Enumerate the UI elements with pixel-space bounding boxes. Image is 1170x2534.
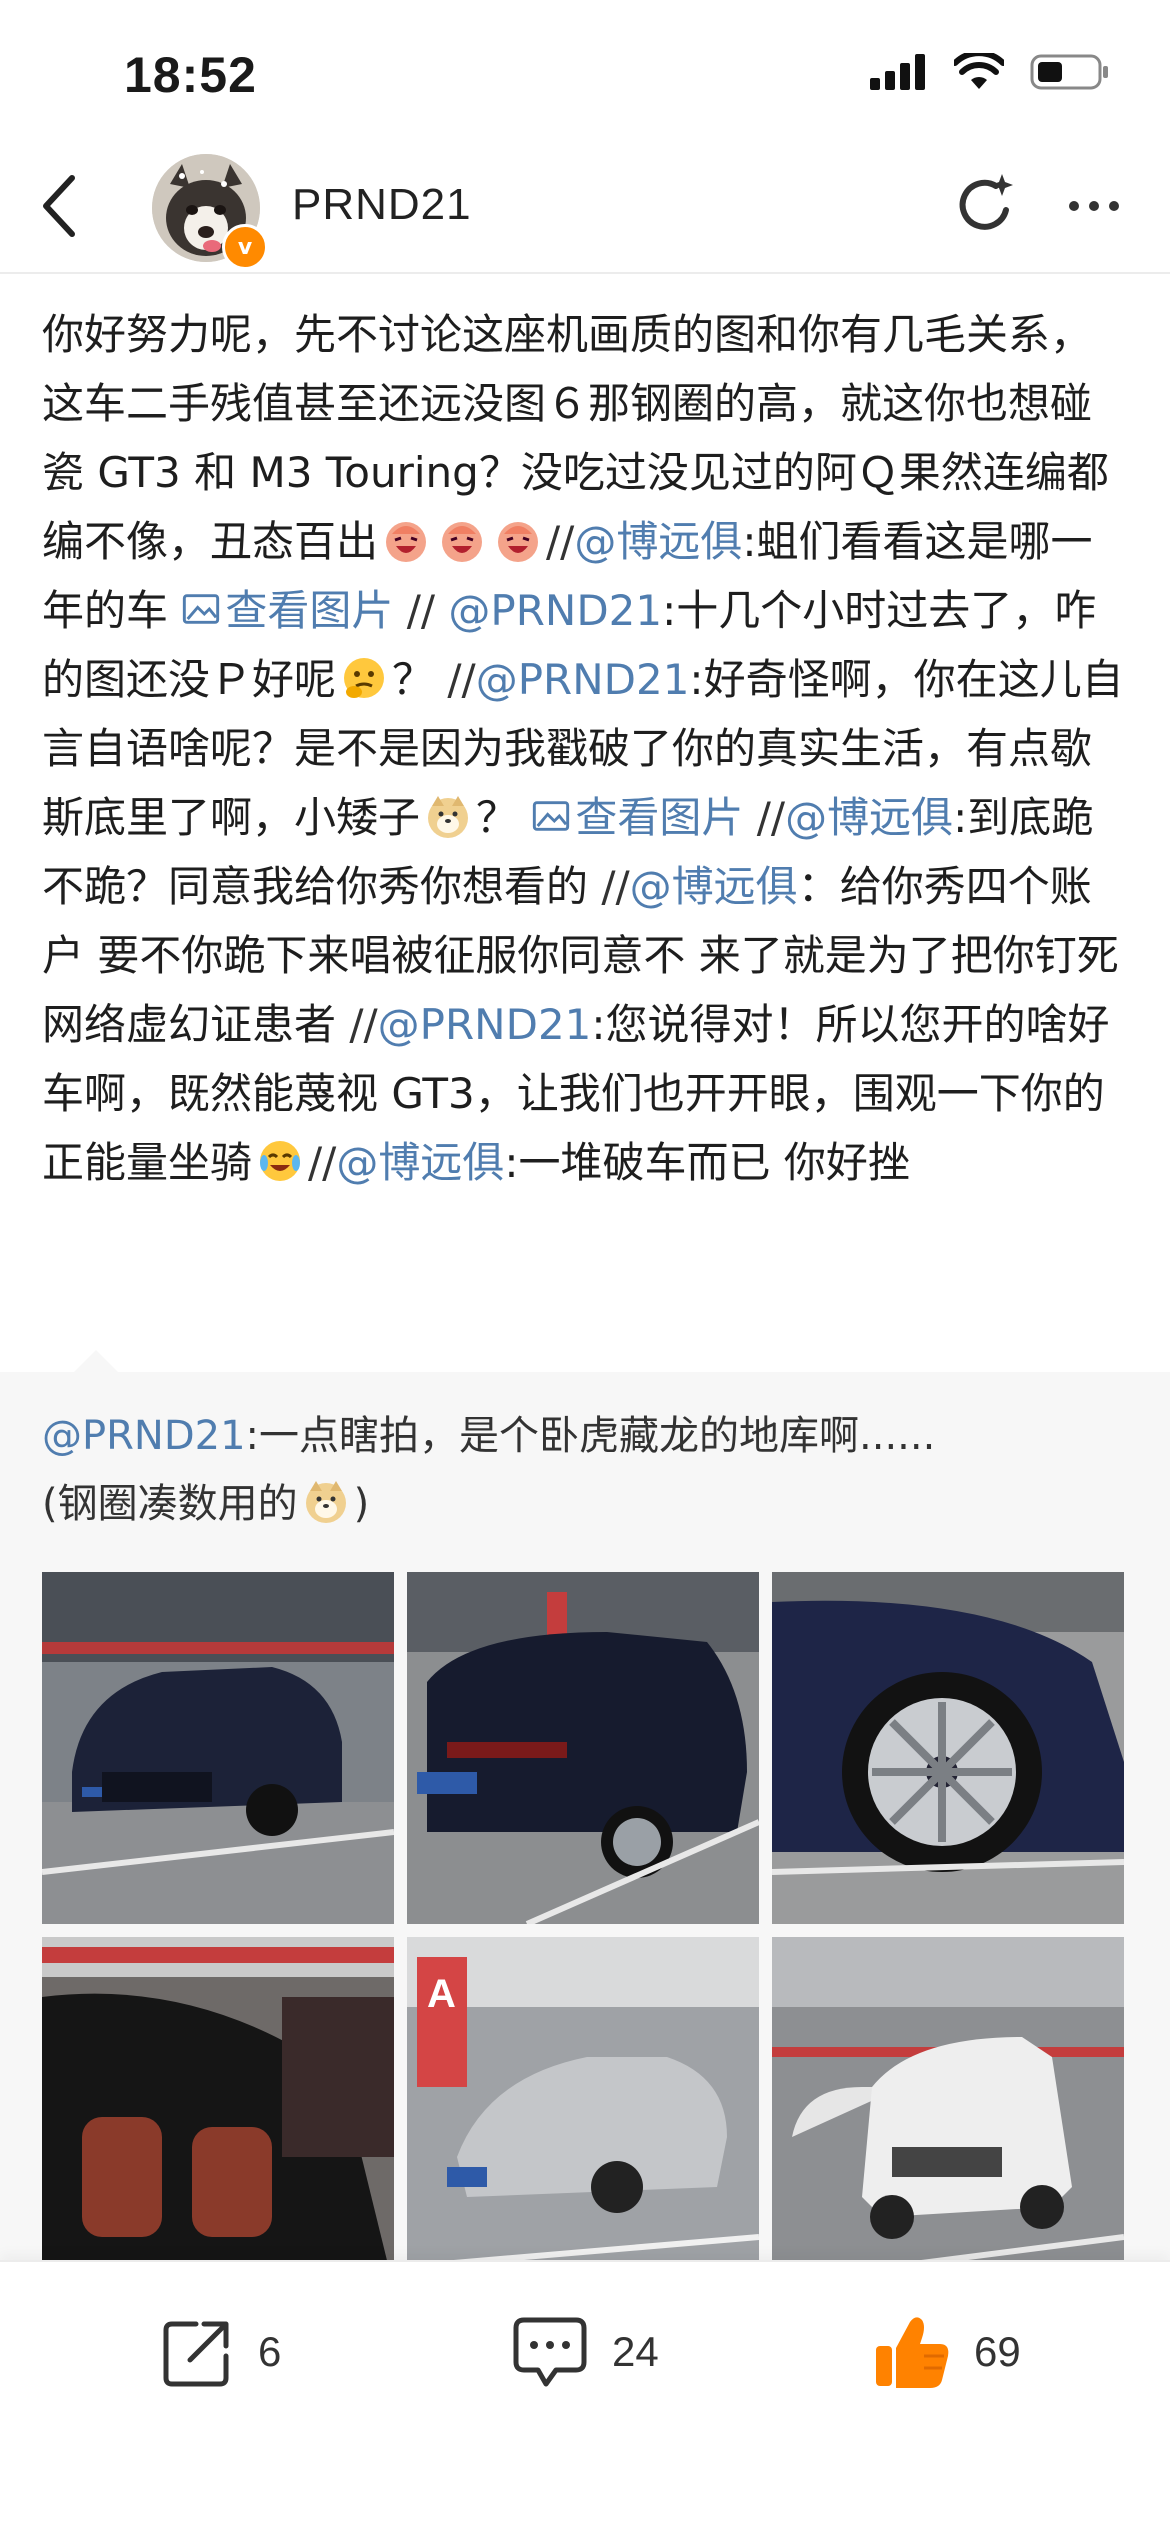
view-image-label: 查看图片 xyxy=(575,793,744,842)
more-horizontal-icon xyxy=(1069,201,1079,211)
post-text-segment: ？ xyxy=(476,793,532,842)
photo-dark-blue-bmw-m3-rear[interactable] xyxy=(407,1572,759,1924)
laughing-emoji-icon xyxy=(386,522,427,562)
more-dot xyxy=(1109,201,1119,211)
mention-link[interactable]: @博远俱 xyxy=(574,517,742,566)
mention-link[interactable]: @PRND21 xyxy=(378,1000,592,1049)
wifi-icon xyxy=(954,53,1004,89)
crying-laughing-emoji-icon xyxy=(260,1141,301,1181)
doge-emoji-icon xyxy=(428,796,469,838)
quoted-text-line: ) xyxy=(353,1481,370,1527)
header-username[interactable]: PRND21 xyxy=(292,180,472,230)
status-bar: 18:52 xyxy=(0,0,1170,140)
repost-separator: // xyxy=(447,655,476,704)
photo-bmw-wheel-closeup[interactable] xyxy=(772,1572,1124,1924)
refresh-button[interactable] xyxy=(950,170,1022,242)
refresh-sparkle-icon xyxy=(959,174,1013,230)
more-dot xyxy=(1089,201,1099,211)
view-image-link[interactable]: 查看图片 xyxy=(181,586,393,635)
repost-separator: // xyxy=(756,793,786,842)
quote-pointer xyxy=(72,1350,120,1374)
status-icons xyxy=(870,52,1110,92)
mention-link[interactable]: @博远俱 xyxy=(785,793,953,842)
quoted-text-line: :一点瞎拍，是个卧虎藏龙的地库啊...... xyxy=(245,1413,936,1459)
image-icon xyxy=(533,801,570,831)
repost-separator: // xyxy=(546,517,575,566)
comment-button[interactable]: 24 xyxy=(510,2302,659,2402)
share-count: 6 xyxy=(258,2328,282,2375)
thumbs-up-icon xyxy=(876,2317,949,2388)
photo-grid: A xyxy=(42,1572,1124,2289)
laughing-emoji-icon xyxy=(498,522,539,562)
thinking-emoji-icon xyxy=(344,658,385,698)
share-icon xyxy=(163,2321,229,2387)
quoted-text-line: (钢圈凑数用的 xyxy=(42,1481,298,1527)
mention-link[interactable]: @PRND21 xyxy=(42,1413,246,1459)
repost-separator: // xyxy=(349,1000,378,1049)
repost-separator: // xyxy=(601,862,630,911)
photo-dark-blue-bmw-m3-front[interactable] xyxy=(42,1572,394,1924)
comment-icon xyxy=(513,2317,587,2387)
back-button[interactable] xyxy=(28,170,92,242)
doge-emoji-icon xyxy=(305,1481,346,1523)
like-button[interactable]: 69 xyxy=(872,2302,1021,2402)
mention-link[interactable]: @博远俱 xyxy=(336,1138,504,1187)
laughing-emoji-icon xyxy=(442,522,483,562)
action-bar: 6 24 69 xyxy=(0,2260,1170,2534)
mention-link[interactable]: @博远俱 xyxy=(630,862,798,911)
comment-count: 24 xyxy=(612,2328,659,2375)
more-button[interactable] xyxy=(1058,170,1130,242)
mention-link[interactable]: @PRND21 xyxy=(476,655,690,704)
post-text: 你好努力呢，先不讨论这座机画质的图和你有几毛关系，这车二手残值甚至还远没图６那钢… xyxy=(42,300,1132,1197)
svg-text:A: A xyxy=(427,1972,456,2016)
chevron-left-icon xyxy=(43,175,75,237)
battery-icon xyxy=(1030,54,1108,90)
like-count: 69 xyxy=(974,2328,1021,2375)
view-image-link[interactable]: 查看图片 xyxy=(531,793,743,842)
post-text-segment: :一堆破车而已 你好挫 xyxy=(504,1138,910,1187)
verified-badge-icon: v xyxy=(222,224,268,270)
quoted-post-text: @PRND21:一点瞎拍，是个卧虎藏龙的地库啊...... (钢圈凑数用的) xyxy=(42,1402,1122,1538)
signal-icon xyxy=(870,54,925,90)
photo-silver-porsche-911-gt3[interactable]: A xyxy=(407,1937,759,2289)
repost-separator: // xyxy=(406,586,436,635)
nav-bar: v PRND21 xyxy=(0,140,1170,274)
image-icon xyxy=(183,594,220,624)
photo-car-interior-red-seats[interactable] xyxy=(42,1937,394,2289)
mention-link[interactable]: @PRND21 xyxy=(448,586,662,635)
post-text-segment: ？ xyxy=(392,655,435,704)
share-button[interactable]: 6 xyxy=(160,2302,281,2402)
photo-white-toyota-land-cruiser-prado[interactable] xyxy=(772,1937,1124,2289)
view-image-label: 查看图片 xyxy=(225,586,394,635)
status-time: 18:52 xyxy=(124,47,257,103)
repost-separator: // xyxy=(308,1138,337,1187)
